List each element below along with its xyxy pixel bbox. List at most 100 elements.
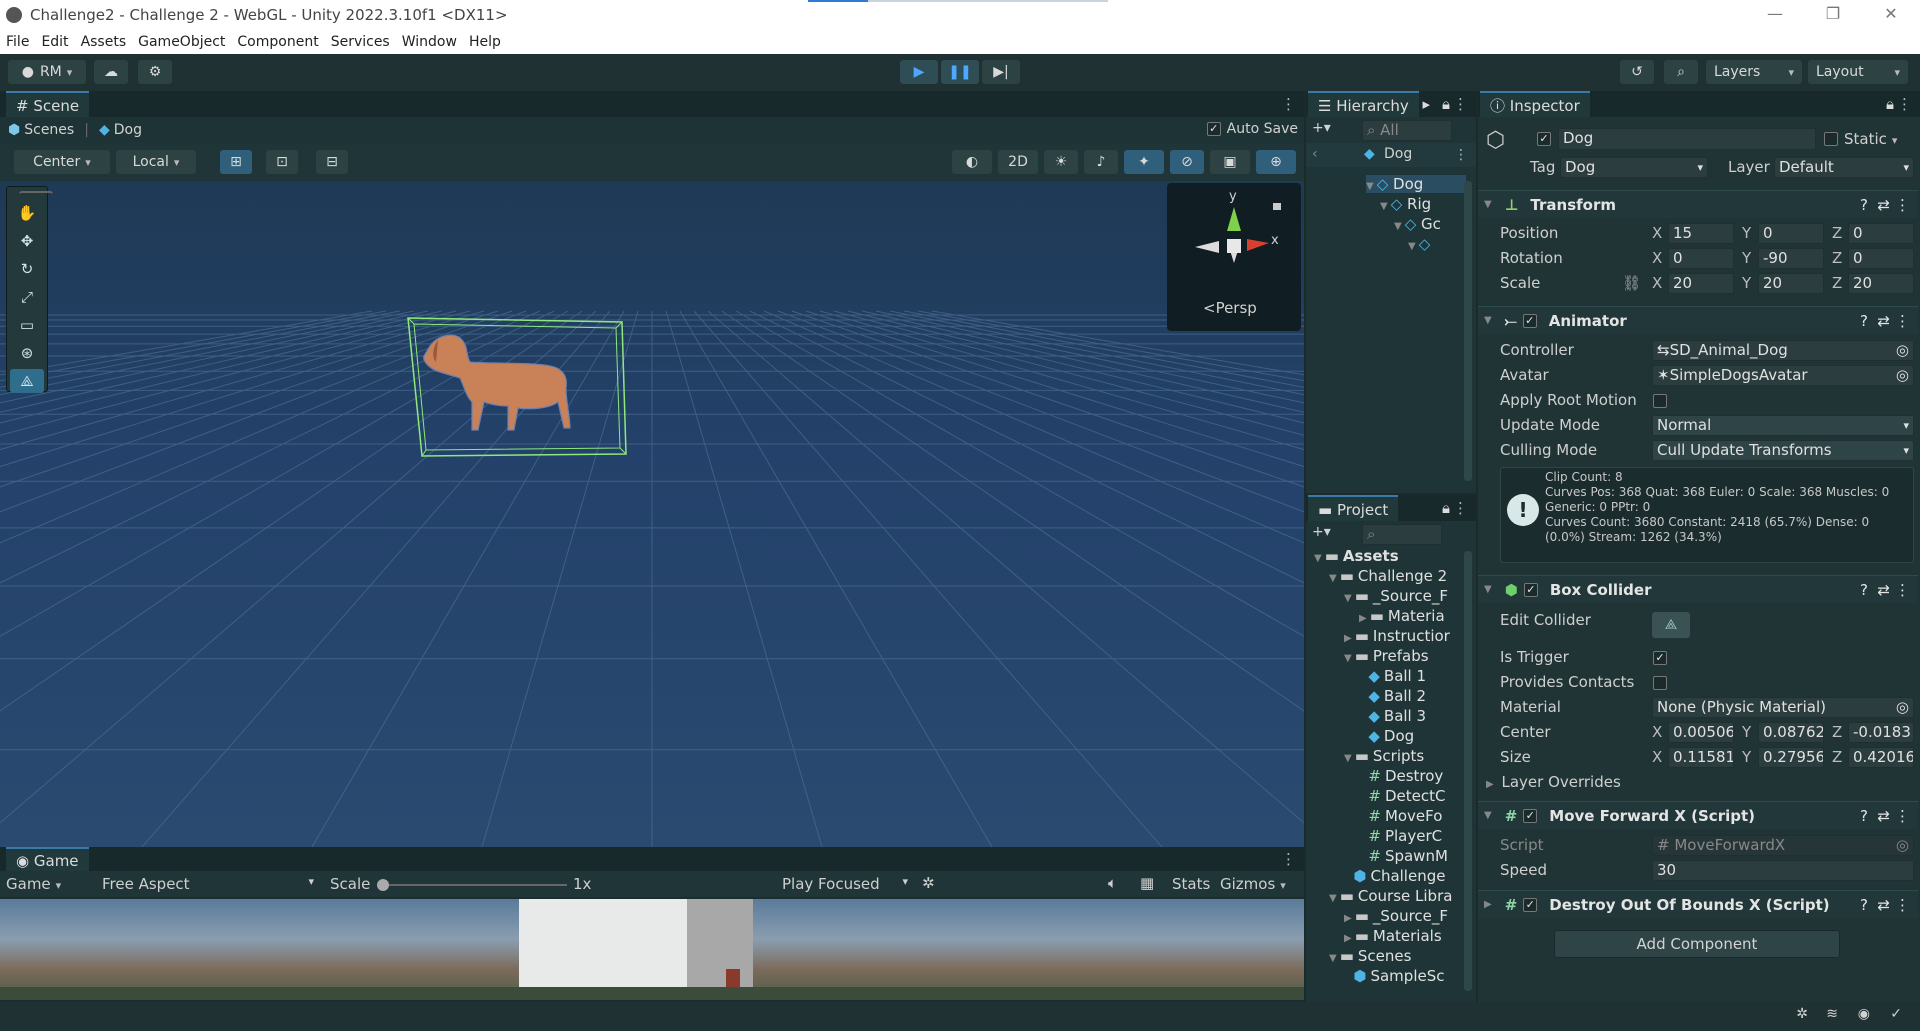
project-menu-icon[interactable]: ⋮ bbox=[1453, 495, 1468, 521]
step-button[interactable]: ▶| bbox=[982, 60, 1020, 84]
project-item[interactable]: ⬢ Challenge bbox=[1344, 867, 1445, 885]
layer-dropdown[interactable]: Default ▾ bbox=[1774, 157, 1914, 178]
project-item[interactable]: ▼ ▬ Course Libra bbox=[1329, 887, 1452, 905]
animator-enabled-checkbox[interactable]: ✓ bbox=[1522, 313, 1537, 328]
scene-menu-icon[interactable]: ⋮ bbox=[1281, 91, 1296, 117]
tab-project[interactable]: ▬ Project bbox=[1308, 495, 1399, 521]
scale-field[interactable]: 20 bbox=[1758, 273, 1824, 294]
project-item[interactable]: # DetectC bbox=[1359, 787, 1445, 805]
project-item[interactable]: ◆ Ball 3 bbox=[1359, 707, 1426, 725]
material-field[interactable]: None (Physic Material) ◎ bbox=[1652, 697, 1914, 718]
network-icon[interactable]: ◉ bbox=[1858, 1006, 1870, 1022]
menu-window[interactable]: Window bbox=[396, 30, 463, 54]
position-field[interactable]: 0 bbox=[1758, 223, 1824, 244]
transform-header[interactable]: ▼ ⊥ Transform ? ⇄ ⋮ bbox=[1478, 190, 1918, 218]
presets-icon[interactable]: ⇄ bbox=[1877, 581, 1890, 599]
lock-icon[interactable]: 🔒︎ bbox=[1886, 95, 1894, 113]
speed-field[interactable]: 30 bbox=[1652, 860, 1914, 881]
project-item[interactable]: # MoveFo bbox=[1359, 807, 1442, 825]
prefab-menu-icon[interactable]: ⋮ bbox=[1454, 143, 1468, 167]
center-axis-label[interactable]: X bbox=[1652, 723, 1662, 741]
layer-overrides-foldout[interactable]: ▶ Layer Overrides bbox=[1486, 773, 1621, 791]
lock-icon[interactable]: 🔒︎ bbox=[1442, 499, 1450, 517]
stats-button[interactable]: Stats bbox=[1172, 875, 1210, 893]
culling-mode-dropdown[interactable]: Cull Update Transforms ▾ bbox=[1652, 440, 1914, 461]
box-collider-header[interactable]: ▼ ⬢ ✓ Box Collider ? ⇄ ⋮ bbox=[1478, 575, 1918, 603]
bug-icon[interactable]: ✲ bbox=[922, 874, 935, 892]
size-field[interactable]: 0.11581 bbox=[1668, 747, 1734, 768]
history-icon[interactable]: ↺ bbox=[1620, 60, 1654, 84]
hierarchy-search-input[interactable]: ⌕ All bbox=[1362, 120, 1452, 141]
animator-header[interactable]: ▼ ⤚ ✓ Animator ? ⇄ ⋮ bbox=[1478, 306, 1918, 334]
destroy-enabled-checkbox[interactable]: ✓ bbox=[1523, 897, 1538, 912]
component-menu-icon[interactable]: ⋮ bbox=[1895, 807, 1910, 825]
menu-component[interactable]: Component bbox=[231, 30, 324, 54]
hidden-objects-icon[interactable]: ⊘ bbox=[1170, 150, 1204, 174]
center-axis-label[interactable]: Z bbox=[1832, 723, 1842, 741]
close-icon[interactable]: ✕ bbox=[1862, 0, 1920, 30]
tab-hierarchy[interactable]: ☰ Hierarchy bbox=[1308, 91, 1419, 117]
add-component-button[interactable]: Add Component bbox=[1554, 930, 1840, 958]
rotation-field[interactable]: 0 bbox=[1668, 248, 1734, 269]
scene-viewport[interactable] bbox=[0, 181, 1304, 847]
rotation-field[interactable]: -90 bbox=[1758, 248, 1824, 269]
back-arrow-icon[interactable]: ‹ bbox=[1312, 146, 1318, 162]
project-item[interactable]: ▶ ▬ Instructior bbox=[1344, 627, 1450, 645]
rotation-field[interactable]: 0 bbox=[1848, 248, 1914, 269]
camera-icon[interactable]: ▣ bbox=[1210, 150, 1250, 174]
project-item[interactable]: ◆ Ball 2 bbox=[1359, 687, 1426, 705]
component-menu-icon[interactable]: ⋮ bbox=[1895, 312, 1910, 330]
size-field[interactable]: 0.42016 bbox=[1848, 747, 1914, 768]
draw-mode-icon[interactable]: ◐ bbox=[952, 150, 992, 174]
menu-assets[interactable]: Assets bbox=[75, 30, 133, 54]
gizmos-dropdown[interactable]: Gizmos bbox=[1220, 875, 1286, 893]
breadcrumb-dog[interactable]: Dog bbox=[114, 122, 142, 138]
help-icon[interactable]: ? bbox=[1860, 196, 1868, 214]
scale-slider-thumb[interactable] bbox=[377, 879, 389, 891]
hierarchy-scrollbar[interactable] bbox=[1464, 181, 1472, 481]
center-axis-label[interactable]: Y bbox=[1742, 723, 1751, 741]
scale-field[interactable]: 20 bbox=[1668, 273, 1734, 294]
debug-icon[interactable]: ✲ bbox=[1796, 1006, 1808, 1022]
component-menu-icon[interactable]: ⋮ bbox=[1895, 896, 1910, 914]
menu-file[interactable]: File bbox=[0, 30, 35, 54]
project-item[interactable]: ▼ ▬ _Source_F bbox=[1344, 587, 1448, 605]
presets-icon[interactable]: ⇄ bbox=[1877, 807, 1890, 825]
audio-icon[interactable]: ♪ bbox=[1084, 150, 1118, 174]
menu-edit[interactable]: Edit bbox=[35, 30, 74, 54]
help-icon[interactable]: ? bbox=[1860, 807, 1868, 825]
search-icon[interactable]: ⌕ bbox=[1664, 60, 1698, 84]
grid-snap-icon[interactable]: ⊞ bbox=[220, 150, 252, 174]
layout-dropdown[interactable]: Layout bbox=[1808, 60, 1908, 84]
component-menu-icon[interactable]: ⋮ bbox=[1895, 581, 1910, 599]
controller-field[interactable]: ⇆SD_Animal_Dog ◎ bbox=[1652, 340, 1914, 361]
auto-save-checkbox[interactable]: ✓ bbox=[1206, 122, 1221, 136]
space-dropdown[interactable]: Local bbox=[116, 150, 196, 174]
is-trigger-checkbox[interactable]: ✓ bbox=[1653, 651, 1667, 665]
hierarchy-item-dog[interactable]: ▼ ◇ Dog bbox=[1366, 175, 1466, 193]
move-tool-icon[interactable]: ✥ bbox=[10, 229, 44, 253]
menu-help[interactable]: Help bbox=[463, 30, 507, 54]
center-field[interactable]: 0.08762 bbox=[1758, 722, 1824, 743]
box-collider-enabled-checkbox[interactable]: ✓ bbox=[1523, 582, 1538, 597]
transform-tool-icon[interactable]: ⊛ bbox=[10, 341, 44, 365]
presets-icon[interactable]: ⇄ bbox=[1877, 312, 1890, 330]
project-item[interactable]: ◆ Ball 1 bbox=[1359, 667, 1426, 685]
help-icon[interactable]: ? bbox=[1860, 581, 1868, 599]
game-menu-icon[interactable]: ⋮ bbox=[1281, 847, 1296, 871]
rotation-axis-label[interactable]: Y bbox=[1742, 249, 1751, 267]
restore-icon[interactable]: ❐ bbox=[1804, 0, 1862, 30]
project-scrollbar[interactable] bbox=[1464, 551, 1472, 991]
provides-contacts-checkbox[interactable] bbox=[1653, 676, 1667, 690]
project-item[interactable]: # SpawnM bbox=[1359, 847, 1448, 865]
cloud-icon[interactable]: ☁ bbox=[94, 60, 128, 84]
menu-gameobject[interactable]: GameObject bbox=[132, 30, 231, 54]
project-item[interactable]: ▶ ▬ Materials bbox=[1344, 927, 1442, 945]
active-checkbox[interactable]: ✓ bbox=[1537, 132, 1551, 146]
collider-edit-tool-icon[interactable]: ⟁ bbox=[10, 369, 44, 393]
move-forward-header[interactable]: ▼ # ✓ Move Forward X (Script) ? ⇄ ⋮ bbox=[1478, 801, 1918, 829]
game-viewport[interactable] bbox=[0, 899, 1304, 1000]
center-field[interactable]: 0.00506 bbox=[1668, 722, 1734, 743]
toggle-2d-button[interactable]: 2D bbox=[998, 150, 1038, 174]
edit-collider-button[interactable]: ⟁ bbox=[1652, 612, 1690, 638]
